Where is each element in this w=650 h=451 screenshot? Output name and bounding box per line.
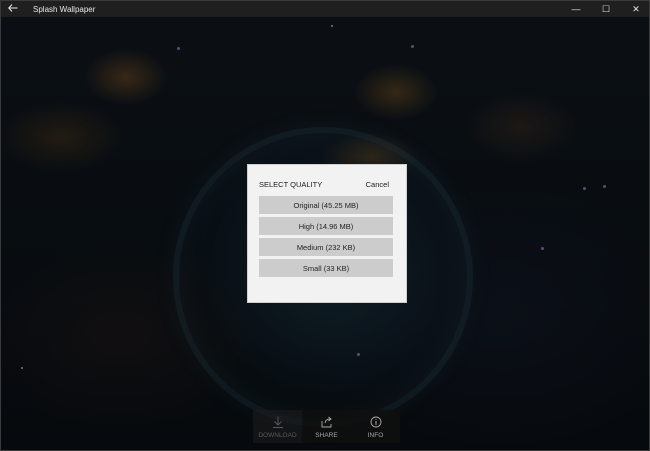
app-window: Splash Wallpaper — ☐ ✕ SELECT QUALITY Ca… [0,0,650,451]
info-button[interactable]: INFO [351,410,400,443]
minimize-icon: — [571,4,581,14]
close-icon: ✕ [632,3,640,14]
share-button[interactable]: SHARE [302,410,351,443]
cancel-button[interactable]: Cancel [366,180,389,189]
share-label: SHARE [315,431,338,439]
back-button[interactable] [1,1,25,17]
app-title: Splash Wallpaper [33,4,96,14]
share-icon [321,415,333,429]
window-controls: — ☐ ✕ [561,1,649,17]
bottom-action-bar: DOWNLOAD SHARE INFO [253,410,401,443]
close-button[interactable]: ✕ [621,1,649,17]
maximize-icon: ☐ [601,3,611,14]
download-icon [272,415,284,429]
maximize-button[interactable]: ☐ [591,1,621,17]
download-button[interactable]: DOWNLOAD [253,410,302,443]
download-label: DOWNLOAD [258,431,297,439]
info-icon [370,415,382,429]
quality-option-medium[interactable]: Medium (232 KB) [259,238,393,256]
back-arrow-icon [8,3,18,15]
quality-option-original[interactable]: Original (45.25 MB) [259,196,393,214]
quality-option-small[interactable]: Small (33 KB) [259,259,393,277]
minimize-button[interactable]: — [561,1,591,17]
title-bar: Splash Wallpaper — ☐ ✕ [1,1,649,17]
quality-option-high[interactable]: High (14.96 MB) [259,217,393,235]
quality-options: Original (45.25 MB) High (14.96 MB) Medi… [259,196,393,280]
info-label: INFO [367,431,384,439]
dialog-title: SELECT QUALITY [259,180,323,189]
select-quality-dialog: SELECT QUALITY Cancel Original (45.25 MB… [248,165,406,302]
dialog-header: SELECT QUALITY Cancel [248,165,406,189]
